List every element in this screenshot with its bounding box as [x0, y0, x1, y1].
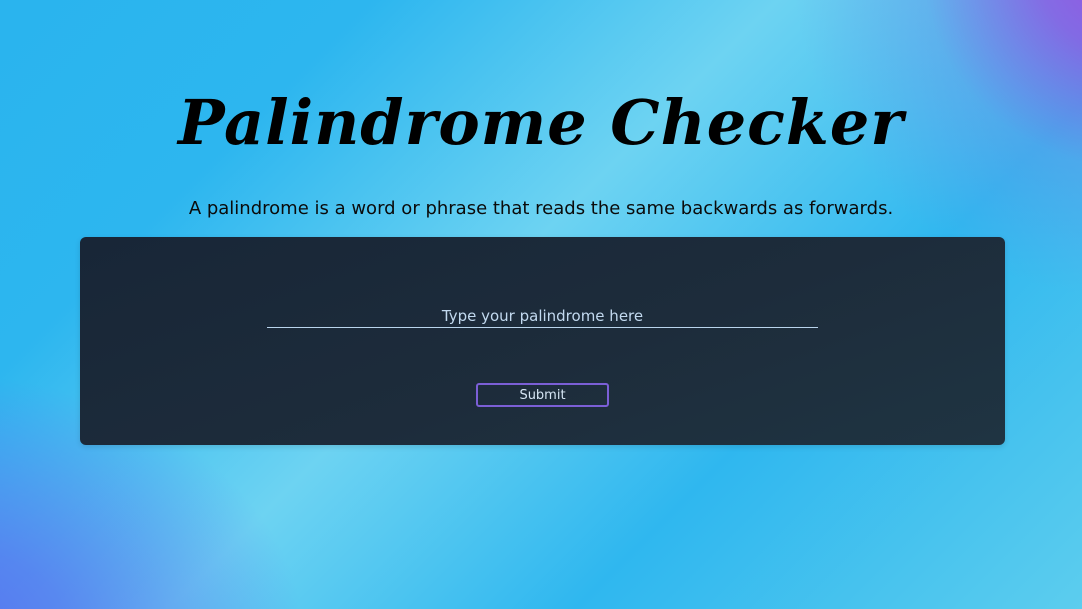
page: { "header": { "title": "Palindrome Check…	[0, 0, 1082, 609]
page-title: Palindrome Checker	[177, 85, 904, 159]
checker-card: Submit	[80, 237, 1005, 445]
submit-button[interactable]: Submit	[476, 383, 609, 407]
page-description: A palindrome is a word or phrase that re…	[188, 198, 894, 219]
palindrome-input[interactable]	[267, 305, 818, 328]
